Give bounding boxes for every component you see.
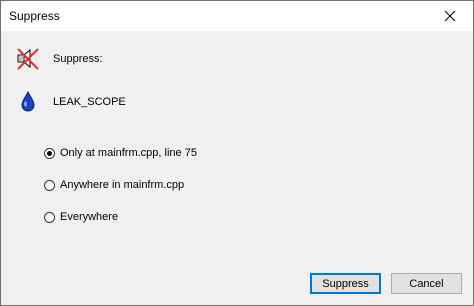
option-label: Anywhere in mainfrm.cpp <box>60 179 185 191</box>
window-title: Suppress <box>9 9 60 23</box>
close-icon <box>444 10 456 22</box>
leak-scope-row: LEAK_SCOPE <box>15 89 126 115</box>
muted-speaker-icon <box>15 46 41 72</box>
leak-scope-label: LEAK_SCOPE <box>53 96 126 108</box>
close-button[interactable] <box>427 1 473 31</box>
suppress-caption: Suppress: <box>53 53 103 65</box>
suppress-dialog: Suppress Suppress: LEAK_SCOPE Only at ma… <box>0 0 474 306</box>
radio-button[interactable] <box>44 179 55 191</box>
title-bar: Suppress <box>1 1 473 31</box>
option-label: Everywhere <box>60 211 119 223</box>
cancel-button[interactable]: Cancel <box>391 273 462 294</box>
option-anywhere-in-file[interactable]: Anywhere in mainfrm.cpp <box>44 179 184 191</box>
option-everywhere[interactable]: Everywhere <box>44 211 118 223</box>
suppress-button[interactable]: Suppress <box>310 273 381 294</box>
radio-button-checked[interactable] <box>44 147 55 159</box>
radio-button[interactable] <box>44 211 55 223</box>
option-only-at-line[interactable]: Only at mainfrm.cpp, line 75 <box>44 147 197 159</box>
suppress-header-row: Suppress: <box>15 46 103 72</box>
option-label: Only at mainfrm.cpp, line 75 <box>60 147 197 159</box>
water-drop-icon <box>15 89 41 115</box>
